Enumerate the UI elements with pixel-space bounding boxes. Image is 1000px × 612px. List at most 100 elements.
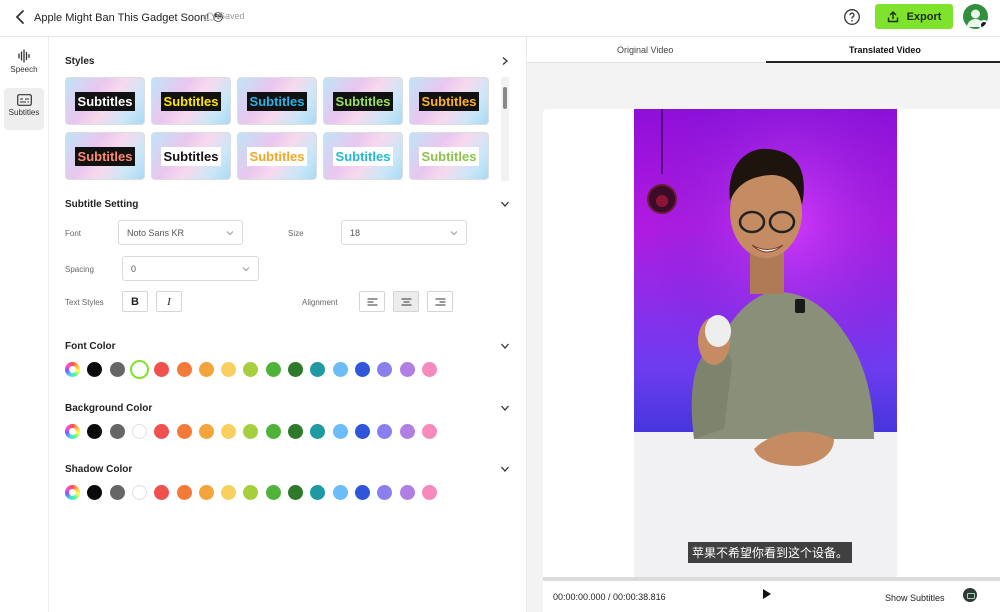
color-swatch[interactable] [221, 485, 237, 500]
color-swatch[interactable] [399, 485, 415, 500]
font-select[interactable]: Noto Sans KR [118, 220, 243, 245]
style-preset-card[interactable]: Subtitles [65, 77, 145, 125]
styles-scrollbar[interactable] [501, 77, 509, 181]
color-swatch[interactable] [310, 424, 326, 439]
color-swatch[interactable] [243, 485, 259, 500]
style-preset-card[interactable]: Subtitles [323, 77, 403, 125]
style-preset-label: Subtitles [332, 146, 394, 166]
color-swatch[interactable] [421, 424, 437, 439]
video-frame[interactable]: 苹果不希望你看到这个设备。 [634, 109, 897, 577]
subtitle-overlay: 苹果不希望你看到这个设备。 [688, 542, 853, 563]
playback-progress-bar[interactable] [543, 577, 1000, 581]
chevron-down-icon[interactable] [500, 199, 510, 209]
color-swatch[interactable] [265, 485, 281, 500]
color-swatch[interactable] [87, 424, 103, 439]
user-avatar[interactable] [963, 4, 988, 29]
color-swatch[interactable] [154, 424, 170, 439]
color-swatch[interactable] [109, 424, 125, 439]
color-swatch[interactable] [198, 485, 214, 500]
subtitle-editor-panel: Styles Subtitles Subtitles Subtitles Sub… [50, 37, 525, 612]
color-swatch[interactable] [131, 485, 147, 500]
align-center-button[interactable] [393, 291, 419, 312]
style-preset-card[interactable]: Subtitles [237, 77, 317, 125]
color-swatch[interactable] [332, 485, 348, 500]
export-label: Export [906, 10, 942, 23]
color-swatch[interactable] [176, 485, 192, 500]
color-swatch[interactable] [154, 362, 170, 377]
spacing-select[interactable]: 0 [122, 256, 259, 281]
spacing-label: Spacing [65, 265, 94, 274]
color-swatch[interactable] [221, 362, 237, 377]
style-preset-card[interactable]: Subtitles [65, 132, 145, 180]
style-preset-card[interactable]: Subtitles [237, 132, 317, 180]
size-value: 18 [350, 228, 361, 238]
color-swatch[interactable] [288, 362, 303, 377]
color-swatch[interactable] [154, 485, 170, 500]
style-preset-card[interactable]: Subtitles [323, 132, 403, 180]
style-preset-card[interactable]: Subtitles [409, 132, 489, 180]
color-swatch[interactable] [109, 485, 125, 500]
style-preset-label: Subtitles [418, 91, 480, 111]
style-preset-card[interactable]: Subtitles [151, 77, 231, 125]
color-swatch[interactable] [332, 424, 348, 439]
color-swatch[interactable] [399, 424, 415, 439]
color-swatch[interactable] [377, 362, 393, 377]
custom-color-picker-icon[interactable] [65, 362, 80, 377]
show-subtitles-toggle[interactable] [963, 588, 977, 602]
color-swatch[interactable] [176, 362, 192, 377]
tab-original-video[interactable]: Original Video [617, 45, 673, 55]
size-select[interactable]: 18 [341, 220, 467, 245]
export-button[interactable]: Export [875, 4, 953, 29]
color-swatch[interactable] [87, 485, 103, 500]
chevron-down-icon[interactable] [500, 341, 510, 351]
color-swatch[interactable] [288, 485, 303, 500]
color-swatch[interactable] [332, 362, 348, 377]
color-swatch[interactable] [265, 362, 281, 377]
chevron-down-icon[interactable] [500, 403, 510, 413]
color-swatch[interactable] [354, 485, 370, 500]
rail-item-speech[interactable]: Speech [4, 43, 44, 85]
color-swatch[interactable] [198, 362, 214, 377]
align-right-button[interactable] [427, 291, 453, 312]
color-swatch[interactable] [354, 424, 370, 439]
play-icon[interactable] [762, 588, 772, 600]
color-swatch[interactable] [377, 424, 393, 439]
align-center-icon [401, 298, 411, 305]
chevron-down-icon[interactable] [500, 464, 510, 474]
color-swatch[interactable] [265, 424, 281, 439]
color-swatch[interactable] [243, 362, 259, 377]
chevron-right-icon[interactable] [500, 56, 510, 66]
rail-item-subtitles[interactable]: Subtitles [4, 88, 44, 130]
color-swatch[interactable] [221, 424, 237, 439]
back-arrow-icon[interactable] [14, 9, 28, 25]
scrollbar-thumb[interactable] [503, 87, 507, 109]
color-swatch[interactable] [288, 424, 303, 439]
color-swatch[interactable] [109, 362, 125, 377]
align-left-button[interactable] [359, 291, 385, 312]
help-icon[interactable] [843, 8, 861, 26]
project-title[interactable]: Apple Might Ban This Gadget Soon! 😳 [34, 11, 224, 24]
style-preset-card[interactable]: Subtitles [151, 132, 231, 180]
bold-button[interactable]: B [122, 291, 148, 312]
color-swatch[interactable] [243, 424, 259, 439]
color-swatch[interactable] [310, 485, 326, 500]
color-swatch[interactable] [310, 362, 326, 377]
italic-button[interactable]: I [156, 291, 182, 312]
color-swatch[interactable] [129, 360, 149, 379]
custom-color-picker-icon[interactable] [65, 485, 80, 500]
color-swatch[interactable] [87, 362, 103, 377]
chevron-down-icon [226, 231, 234, 236]
video-scene-illustration [634, 109, 897, 577]
custom-color-picker-icon[interactable] [65, 424, 80, 439]
color-swatch[interactable] [198, 424, 214, 439]
color-swatch[interactable] [421, 485, 437, 500]
color-swatch[interactable] [421, 362, 437, 377]
tab-translated-video[interactable]: Translated Video [849, 45, 921, 55]
color-swatch[interactable] [176, 424, 192, 439]
style-preset-card[interactable]: Subtitles [409, 77, 489, 125]
color-swatch[interactable] [354, 362, 370, 377]
color-swatch[interactable] [131, 424, 147, 439]
color-swatch[interactable] [377, 485, 393, 500]
color-swatch[interactable] [399, 362, 415, 377]
avatar-status-badge [979, 20, 988, 29]
